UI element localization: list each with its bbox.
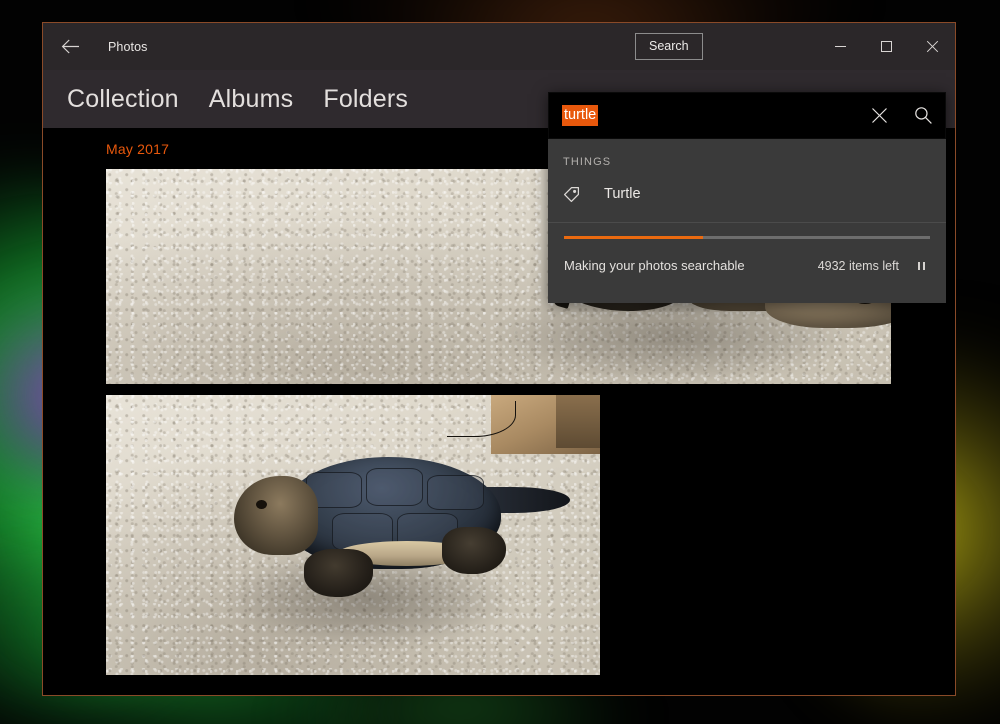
cardboard-box-side: [556, 395, 600, 448]
tab-albums[interactable]: Albums: [209, 85, 294, 114]
app-title: Photos: [108, 40, 148, 54]
title-bar: Photos Search: [43, 23, 955, 70]
pause-circle-icon: [918, 262, 925, 270]
tab-collection[interactable]: Collection: [67, 85, 179, 114]
photos-app-window: Photos Search Collection Albums F: [42, 22, 956, 696]
close-icon: [871, 107, 888, 124]
minimize-icon: [834, 40, 847, 53]
turtle-front-leg: [304, 549, 373, 597]
maximize-button[interactable]: [863, 23, 909, 70]
tag-icon: [562, 185, 588, 204]
clear-search-button[interactable]: [857, 92, 901, 139]
more-options-button[interactable]: [953, 92, 956, 139]
progress-status-row: Making your photos searchable 4932 items…: [548, 255, 946, 276]
maximize-icon: [880, 40, 893, 53]
photo-thumbnail[interactable]: [106, 395, 600, 675]
minimize-button[interactable]: [817, 23, 863, 70]
search-tooltip-button[interactable]: Search: [635, 33, 703, 60]
suggestion-label: Turtle: [604, 186, 641, 202]
flyout-divider: [548, 222, 946, 223]
turtle-rear-leg: [442, 527, 506, 575]
window-caption-buttons: [817, 23, 955, 70]
pause-indexing-button[interactable]: [911, 255, 932, 276]
search-flyout-panel: turtle THINGS: [548, 92, 946, 303]
back-button[interactable]: [47, 27, 93, 67]
progress-bar-track: [564, 236, 930, 239]
progress-status-text: Making your photos searchable: [564, 258, 745, 273]
search-input-box[interactable]: turtle: [548, 92, 946, 139]
progress-bar-fill: [564, 236, 703, 239]
suggestion-item-turtle[interactable]: Turtle: [548, 178, 946, 210]
date-group-header: May 2017: [106, 141, 169, 157]
search-suggestions: THINGS Turtle: [548, 139, 946, 210]
close-icon: [926, 40, 939, 53]
turtle-head: [234, 476, 318, 554]
search-icon: [914, 106, 933, 125]
submit-search-button[interactable]: [901, 92, 945, 139]
tab-folders[interactable]: Folders: [323, 85, 408, 114]
items-left-count: 4932 items left: [818, 259, 899, 273]
close-button[interactable]: [909, 23, 955, 70]
indexing-progress-section: Making your photos searchable 4932 items…: [548, 236, 946, 276]
back-arrow-icon: [61, 39, 80, 54]
suggestions-section-label: THINGS: [563, 156, 946, 168]
search-input-text[interactable]: turtle: [562, 105, 598, 125]
